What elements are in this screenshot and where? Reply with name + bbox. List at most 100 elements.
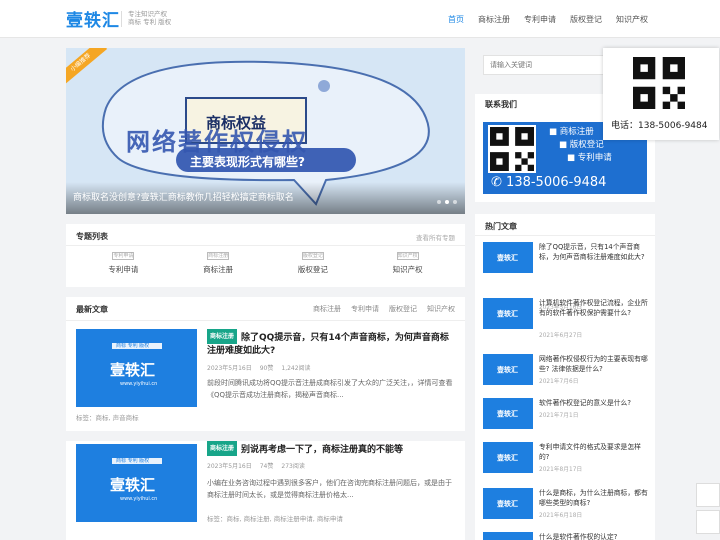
topic-image-icon: 版权登记 (301, 252, 324, 260)
latest-tab-copyright[interactable]: 版权登记 (389, 304, 417, 314)
article-meta: 2023年5月16日 74赞 273阅读 (207, 461, 313, 470)
hot-thumbnail: 壹轶汇 (483, 242, 533, 273)
article-item: 商标 专利 版权 壹轶汇 www.yiyihui.cn 商标注册 除了QQ提示音，… (66, 321, 465, 436)
nav-home[interactable]: 首页 (448, 14, 464, 25)
hot-article-title: 专利申请文件的格式及要求是怎样的? (539, 443, 641, 461)
slider-dot[interactable] (437, 200, 441, 204)
nav-patent[interactable]: 专利申请 (524, 14, 556, 25)
thumb-top-text: 商标 专利 版权 (116, 343, 150, 349)
article-divider (66, 431, 465, 441)
topic-label: 版权登记 (297, 265, 328, 274)
article-item: 商标 专利 版权 壹轶汇 www.yiyihui.cn 商标注册 别说再考虑一下了… (66, 441, 465, 540)
article-title[interactable]: 商标注册 别说再考虑一下了，商标注册真的不能等 (207, 441, 457, 457)
article-date: 2023年5月16日 (207, 463, 252, 470)
nav-copyright[interactable]: 版权登记 (570, 14, 602, 25)
topics-more-link[interactable]: 查看所有专题 (416, 232, 455, 242)
latest-tabs: 商标注册 专利申请 版权登记 知识产权 (313, 304, 455, 314)
latest-tab-ip[interactable]: 知识产权 (427, 304, 455, 314)
slogan-line-1: 专注知识产权 (128, 10, 167, 18)
floating-action-button[interactable] (696, 510, 720, 534)
article-category-tag[interactable]: 商标注册 (207, 329, 238, 344)
hot-article-date: 2021年7月6日 (539, 379, 579, 385)
slogan-line-2: 商标 专利 版权 (128, 18, 172, 26)
latest-section: 最新文章 商标注册 专利申请 版权登记 知识产权 商标 专利 版权 壹轶汇 ww… (66, 297, 465, 540)
hot-title: 热门文章 (485, 222, 517, 231)
topic-copyright[interactable]: 版权登记 版权登记 (278, 252, 348, 275)
hot-article-title: 什么是商标，为什么注册商标，都有哪些类型的商标? (539, 489, 648, 507)
article-likes: 90赞 (259, 365, 274, 372)
hot-thumbnail: 壹轶汇 (483, 442, 533, 473)
hot-article-title: 除了QQ提示音，只有14个声音商标，为何声音商标注册难度如此大? (539, 243, 645, 261)
topics-title: 专题列表 (76, 232, 108, 241)
slider-dot[interactable] (453, 200, 457, 204)
hot-thumbnail: 壹轶汇 (483, 488, 533, 519)
latest-title: 最新文章 (76, 305, 108, 314)
latest-tab-trademark[interactable]: 商标注册 (313, 304, 341, 314)
topic-label: 专利申请 (108, 265, 139, 274)
topic-label: 商标注册 (203, 265, 234, 274)
article-title-text: 别说再考虑一下了，商标注册真的不能等 (241, 445, 404, 455)
thumb-logo: 壹轶汇 (110, 476, 156, 494)
article-meta: 2023年5月16日 90赞 1,242阅读 (207, 363, 319, 372)
article-views: 273阅读 (281, 463, 305, 470)
article-thumbnail[interactable]: 商标 专利 版权 壹轶汇 www.yiyihui.cn (76, 329, 197, 407)
topics-list: 专利申请 专利申请 商标注册 商标注册 版权登记 版权登记 知识产权 知识产权 (66, 246, 465, 275)
topic-image-icon: 专利申请 (112, 252, 135, 260)
site-header: 壹轶汇 专注知识产权 商标 专利 版权 首页 商标注册 专利申请 版权登记 知识… (0, 0, 720, 38)
article-likes: 74赞 (259, 463, 274, 470)
article-summary: 前段时间腾讯成功将QQ提示音注册成商标引发了大众的广泛关注，，详情可查看《QQ提… (207, 379, 453, 399)
article-thumbnail[interactable]: 商标 专利 版权 壹轶汇 www.yiyihui.cn (76, 444, 197, 522)
latest-header: 最新文章 商标注册 专利申请 版权登记 知识产权 (66, 297, 465, 321)
slider-subline: 主要表现形式有哪些? (190, 155, 305, 169)
hot-article-title: 计算机软件著作权登记流程，企业所有的软件著作权保护需要什么? (539, 299, 648, 317)
hot-thumbnail: 壹轶汇 (483, 532, 533, 540)
topic-image-icon: 商标注册 (207, 252, 230, 260)
hot-article-date: 2021年6月18日 (539, 513, 583, 519)
thumb-url: www.yiyihui.cn (120, 381, 158, 387)
thumb-url: www.yiyihui.cn (120, 496, 158, 502)
thumb-logo: 壹轶汇 (110, 361, 156, 379)
topic-label: 知识产权 (392, 265, 423, 274)
slider-sign-text: 商标权益 (206, 114, 267, 132)
article-title[interactable]: 商标注册 除了QQ提示音，只有14个声音商标，为何声音商标注册难度如此大? (207, 329, 457, 358)
contact-title: 联系我们 (485, 100, 517, 109)
article-views: 1,242阅读 (281, 365, 311, 372)
qr-code-icon (488, 125, 536, 173)
nav-ip[interactable]: 知识产权 (616, 14, 648, 25)
hot-article-title: 什么是软件著作权的认定? (539, 533, 618, 540)
site-logo[interactable]: 壹轶汇 (66, 6, 120, 31)
contact-service-item: ■ 专利申请 (567, 153, 612, 163)
topic-patent[interactable]: 专利申请 专利申请 (88, 252, 158, 275)
contact-phone: ✆ 138-5006-9484 (491, 175, 607, 190)
article-title-text: 除了QQ提示音，只有14个声音商标，为何声音商标注册难度如此大? (207, 333, 449, 356)
back-to-top-button[interactable] (696, 483, 720, 507)
popup-phone: 电话：138-5006-9484 (611, 121, 708, 131)
search-input[interactable] (483, 55, 608, 75)
hot-article-date: 2021年6月27日 (539, 333, 583, 339)
nav-trademark[interactable]: 商标注册 (478, 14, 510, 25)
topic-ip[interactable]: 知识产权 知识产权 (373, 252, 443, 275)
slider-caption[interactable]: 商标取名没创意?壹轶汇商标教你几招轻松搞定商标取名 (66, 182, 465, 214)
thumb-top-text: 商标 专利 版权 (116, 458, 150, 464)
latest-tab-patent[interactable]: 专利申请 (351, 304, 379, 314)
main-nav: 首页 商标注册 专利申请 版权登记 知识产权 (448, 0, 648, 38)
hot-article-date: 2021年8月17日 (539, 467, 583, 473)
phone-icon: ✆ (491, 175, 502, 190)
site-slogan: 专注知识产权 商标 专利 版权 (128, 10, 171, 26)
hot-header: 热门文章 (475, 214, 655, 236)
qr-popup: 电话：138-5006-9484 (603, 48, 719, 140)
hot-thumbnail: 壹轶汇 (483, 398, 533, 429)
topics-header: 专题列表 查看所有专题 (66, 224, 465, 246)
slider-dots (437, 200, 457, 204)
article-category-tag[interactable]: 商标注册 (207, 441, 238, 456)
qr-code-icon (633, 57, 685, 109)
contact-service-item: ■ 版权登记 (559, 140, 604, 150)
article-summary: 小编在业务咨询过程中遇到很多客户，他们在咨询完商标注册问题后，或是由于商标注册时… (207, 479, 452, 499)
hero-slider[interactable]: 网络著作权侵权 商标权益 主要表现形式有哪些? 小编推荐 商标取名没创意?壹轶汇… (66, 48, 465, 214)
slider-dot-active[interactable] (445, 200, 449, 204)
logo-divider (121, 11, 122, 27)
topic-trademark[interactable]: 商标注册 商标注册 (183, 252, 253, 275)
topics-section: 专题列表 查看所有专题 专利申请 专利申请 商标注册 商标注册 版权登记 版权登记 知… (66, 224, 465, 287)
hot-articles-section: 热门文章 壹轶汇 除了QQ提示音，只有14个声音商标，为何声音商标注册难度如此大?… (475, 214, 655, 540)
hot-article-date: 2021年7月1日 (539, 413, 579, 419)
